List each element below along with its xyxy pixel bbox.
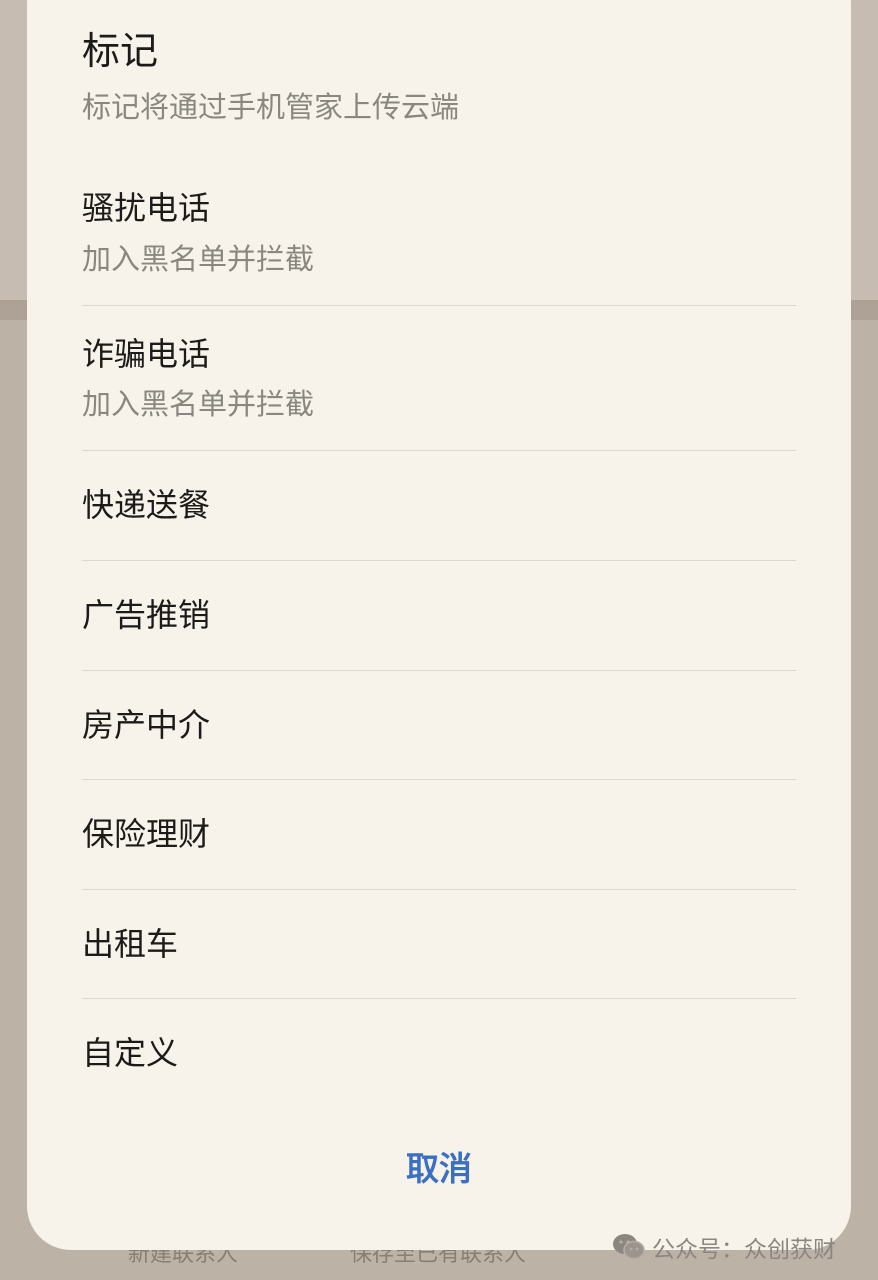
option-label: 广告推销 xyxy=(82,596,211,634)
option-sublabel: 加入黑名单并拦截 xyxy=(82,242,315,276)
option-label: 自定义 xyxy=(82,1034,179,1072)
option-label: 骚扰电话 xyxy=(82,189,211,227)
option-taxi[interactable]: 出租车 xyxy=(82,890,796,998)
option-sublabel: 加入黑名单并拦截 xyxy=(82,387,315,421)
option-label: 诈骗电话 xyxy=(82,335,211,373)
watermark: 公众号：众创获财 xyxy=(612,1230,836,1264)
option-label: 保险理财 xyxy=(82,815,211,853)
option-insurance[interactable]: 保险理财 xyxy=(82,780,796,889)
wechat-icon xyxy=(612,1233,646,1261)
option-label: 快递送餐 xyxy=(82,486,211,524)
option-real-estate[interactable]: 房产中介 xyxy=(82,671,796,779)
mark-dialog-sheet: 标记 标记将通过手机管家上传云端 骚扰电话 加入黑名单并拦截 诈骗电话 加入黑名… xyxy=(27,0,851,1250)
dialog-subtitle: 标记将通过手机管家上传云端 xyxy=(82,90,460,124)
option-fraud-call[interactable]: 诈骗电话 加入黑名单并拦截 xyxy=(82,306,796,450)
option-label: 房产中介 xyxy=(82,706,211,744)
option-label: 出租车 xyxy=(82,925,179,963)
dialog-title: 标记 xyxy=(82,29,159,73)
option-delivery[interactable]: 快递送餐 xyxy=(82,451,796,560)
option-custom[interactable]: 自定义 xyxy=(82,999,796,1109)
cancel-button[interactable]: 取消 xyxy=(27,1152,851,1185)
watermark-text: 公众号：众创获财 xyxy=(652,1237,836,1263)
option-advertising[interactable]: 广告推销 xyxy=(82,561,796,670)
option-harassment-call[interactable]: 骚扰电话 加入黑名单并拦截 xyxy=(82,160,796,300)
